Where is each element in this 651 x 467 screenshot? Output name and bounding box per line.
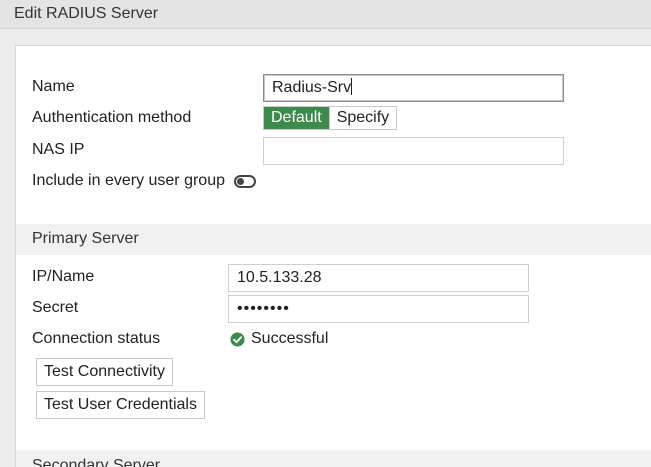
check-circle-icon bbox=[230, 331, 245, 347]
nas-ip-input[interactable] bbox=[263, 137, 564, 165]
page-header: Edit RADIUS Server bbox=[0, 0, 651, 29]
name-input-value: Radius-Srv bbox=[272, 79, 352, 96]
secret-input-value: •••••••• bbox=[237, 300, 290, 317]
page-title: Edit RADIUS Server bbox=[14, 5, 159, 22]
secret-label: Secret bbox=[32, 299, 79, 316]
auth-option-default[interactable]: Default bbox=[264, 107, 329, 129]
auth-option-specify[interactable]: Specify bbox=[328, 107, 397, 129]
include-group-label: Include in every user group bbox=[32, 172, 225, 189]
connection-status-label: Connection status bbox=[32, 330, 161, 347]
name-label: Name bbox=[32, 78, 75, 95]
test-connectivity-button[interactable]: Test Connectivity bbox=[36, 358, 173, 386]
secret-input[interactable]: •••••••• bbox=[228, 295, 529, 323]
auth-method-label: Authentication method bbox=[32, 109, 192, 126]
name-input[interactable]: Radius-Srv bbox=[263, 74, 564, 102]
primary-server-title: Primary Server bbox=[32, 230, 139, 247]
toggle-off-icon bbox=[237, 178, 244, 185]
ip-name-input[interactable] bbox=[228, 264, 529, 292]
connection-status: Successful bbox=[230, 330, 328, 348]
test-user-credentials-button[interactable]: Test User Credentials bbox=[36, 391, 205, 419]
secondary-server-title: Secondary Server bbox=[32, 457, 161, 467]
auth-method-selector: Default Specify bbox=[263, 106, 398, 130]
text-caret bbox=[351, 78, 353, 95]
include-group-toggle[interactable] bbox=[234, 175, 256, 188]
connection-status-value: Successful bbox=[251, 330, 329, 347]
primary-server-section-header: Primary Server bbox=[16, 224, 651, 255]
ip-name-label: IP/Name bbox=[32, 268, 95, 285]
secondary-server-section-header: Secondary Server bbox=[16, 450, 651, 467]
nas-ip-label: NAS IP bbox=[32, 141, 85, 158]
edit-radius-panel: Name Radius-Srv Authentication method De… bbox=[15, 45, 651, 467]
